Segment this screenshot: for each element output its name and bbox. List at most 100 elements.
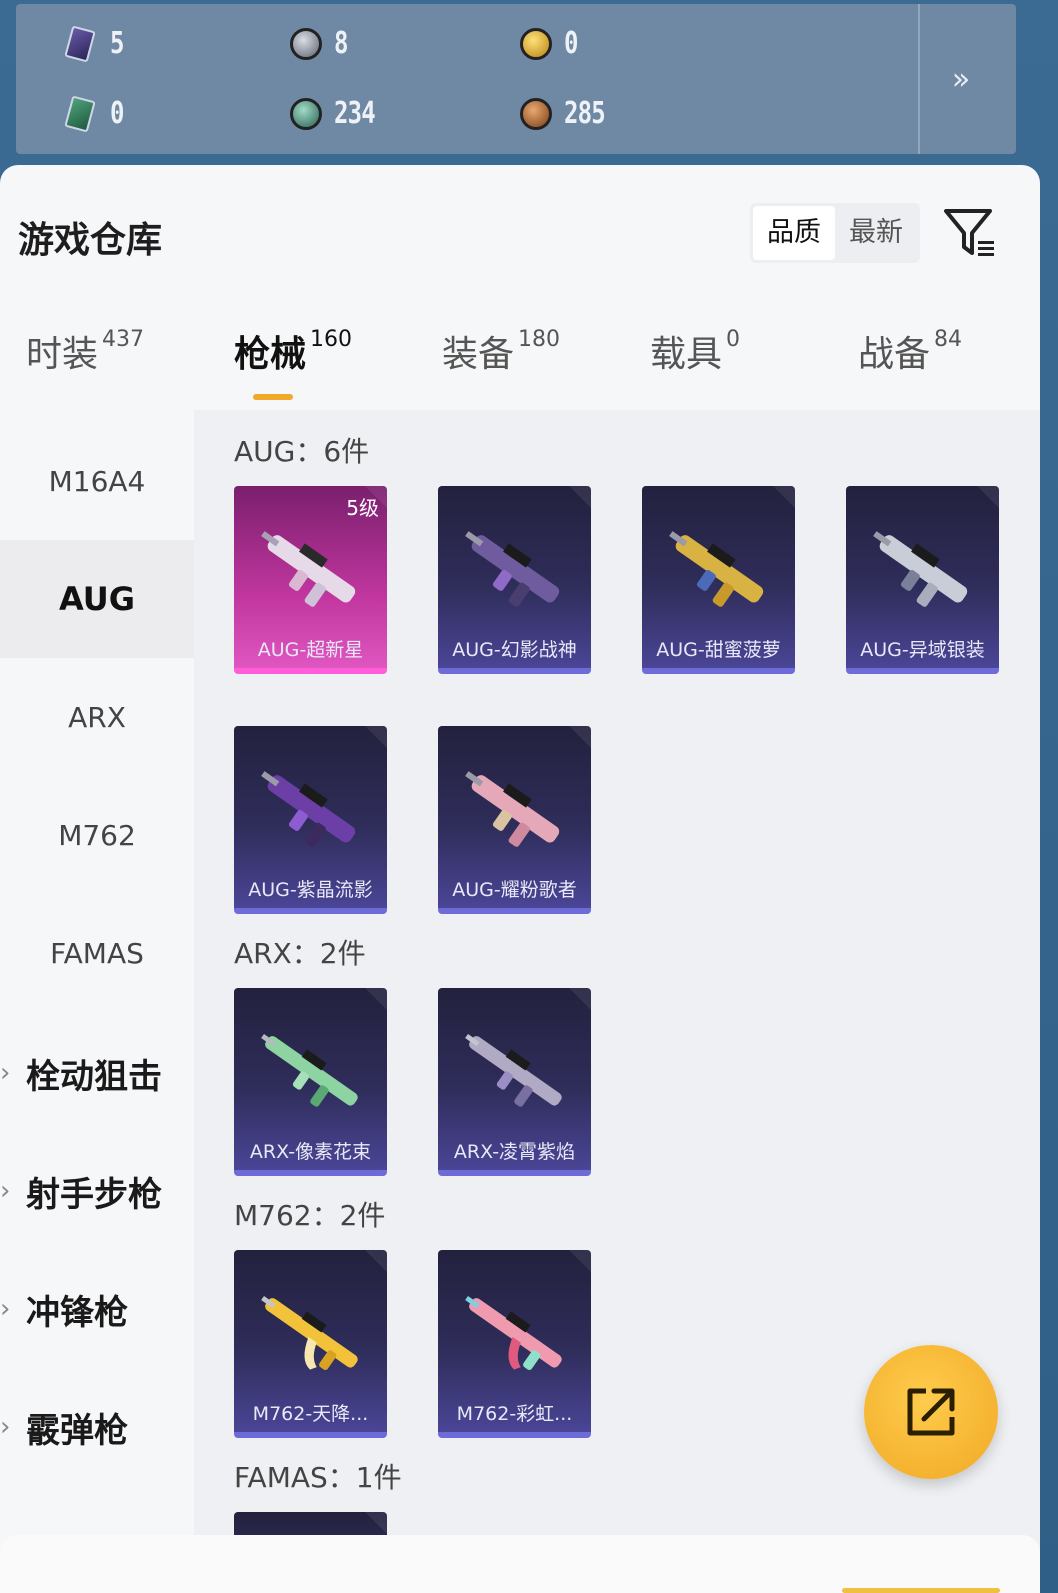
skin-card[interactable]: AUG-耀粉歌者 xyxy=(438,726,591,914)
weapon-sidebar: M16A4 AUG ARX M762 FAMAS › 栓动狙击 › 射手步枪 ›… xyxy=(0,410,194,1593)
sidebar-item-aug[interactable]: AUG xyxy=(0,540,194,658)
silver-coin-icon xyxy=(290,27,322,60)
skin-name: ARX-像素花束 xyxy=(249,1141,372,1163)
sidebar-item-arx[interactable]: ARX xyxy=(0,658,194,776)
tab-vehicles[interactable]: 载具 0 xyxy=(650,325,740,377)
chevron-right-icon: › xyxy=(0,1058,11,1088)
teal-coin-icon xyxy=(290,97,322,130)
tab-count: 160 xyxy=(310,327,353,352)
currency-green-card: 0 xyxy=(64,94,127,133)
card-corner xyxy=(365,726,387,748)
purple-card-icon xyxy=(64,24,98,63)
currency-teal-coin: 234 xyxy=(290,96,385,131)
currency-value: 285 xyxy=(564,96,606,131)
open-external-button[interactable] xyxy=(864,1345,998,1479)
rifle-icon xyxy=(261,1033,358,1107)
rifle-icon xyxy=(261,771,356,847)
tab-supplies[interactable]: 战备 84 xyxy=(858,325,962,377)
skin-card[interactable]: M762-天降... xyxy=(234,1250,387,1438)
card-corner xyxy=(977,486,999,508)
section-title-arx: ARX：2件 xyxy=(234,937,366,970)
tab-count: 84 xyxy=(934,327,963,352)
green-card-icon xyxy=(64,94,98,133)
tab-label: 时装 xyxy=(26,334,99,375)
rifle-icon xyxy=(873,531,968,607)
rifle-icon xyxy=(465,1295,562,1370)
sidebar-item-famas[interactable]: FAMAS xyxy=(0,894,194,1012)
sidebar-group-label: 射手步枪 xyxy=(26,1174,162,1215)
tab-count: 437 xyxy=(102,327,145,352)
currency-value: 0 xyxy=(564,26,578,61)
skin-card[interactable]: AUG-异域银装 xyxy=(846,486,999,674)
skin-name: AUG-甜蜜菠萝 xyxy=(656,639,781,661)
sort-newest-button[interactable]: 最新 xyxy=(835,206,917,260)
external-link-icon xyxy=(907,1388,955,1436)
filter-button[interactable] xyxy=(942,205,998,261)
active-tab-indicator xyxy=(253,394,293,400)
skin-card[interactable]: AUG-幻影战神 xyxy=(438,486,591,674)
skin-card[interactable]: ARX-像素花束 xyxy=(234,988,387,1176)
card-corner xyxy=(365,1512,387,1534)
skin-name: AUG-耀粉歌者 xyxy=(452,879,577,901)
card-corner xyxy=(773,486,795,508)
card-corner xyxy=(365,1250,387,1272)
expand-currency-button[interactable]: » xyxy=(936,60,986,100)
rifle-icon xyxy=(465,531,560,607)
tab-firearms[interactable]: 枪械 160 xyxy=(234,325,352,377)
skin-name: AUG-异域银装 xyxy=(860,639,985,661)
chevron-right-icon: › xyxy=(0,1412,11,1442)
page-title: 游戏仓库 xyxy=(18,220,163,261)
skin-name: ARX-凌霄紫焰 xyxy=(453,1141,576,1163)
currency-silver-coin: 8 xyxy=(290,26,351,61)
skin-name: AUG-紫晶流影 xyxy=(248,879,373,901)
sidebar-item-m16a4[interactable]: M16A4 xyxy=(0,422,194,540)
rifle-icon xyxy=(261,1295,358,1370)
chevron-right-icon: › xyxy=(0,1176,11,1206)
skin-name: M762-天降... xyxy=(252,1403,369,1425)
sidebar-group-label: 霰弹枪 xyxy=(26,1410,128,1451)
gold-coin-icon xyxy=(520,27,552,60)
tab-label: 战备 xyxy=(858,334,931,375)
sidebar-group-bolt-sniper[interactable]: › 栓动狙击 xyxy=(0,1014,194,1132)
card-corner xyxy=(569,988,591,1010)
card-corner xyxy=(569,486,591,508)
divider xyxy=(918,4,920,154)
sort-quality-button[interactable]: 品质 xyxy=(753,206,835,260)
tab-label: 载具 xyxy=(650,334,723,375)
chevron-right-icon: › xyxy=(0,1294,11,1324)
skin-card[interactable]: 5级 AUG-超新星 xyxy=(234,486,387,674)
currency-value: 5 xyxy=(110,26,124,61)
currency-value: 234 xyxy=(334,96,376,131)
card-corner xyxy=(569,726,591,748)
rifle-icon xyxy=(465,771,560,847)
card-corner xyxy=(569,1250,591,1272)
currency-value: 8 xyxy=(334,26,348,61)
bronze-coin-icon xyxy=(520,97,552,130)
sidebar-item-m762[interactable]: M762 xyxy=(0,776,194,894)
tab-label: 枪械 xyxy=(234,334,307,375)
sidebar-group-shotgun[interactable]: › 霰弹枪 xyxy=(0,1368,194,1486)
tab-fashion[interactable]: 时装 437 xyxy=(26,325,144,377)
section-title-famas: FAMAS：1件 xyxy=(234,1461,402,1494)
section-title-m762: M762：2件 xyxy=(234,1199,386,1232)
double-chevron-right-icon: » xyxy=(951,62,971,97)
skin-name: M762-彩虹... xyxy=(456,1403,573,1425)
rifle-icon xyxy=(261,531,356,607)
skin-card[interactable]: AUG-甜蜜菠萝 xyxy=(642,486,795,674)
bottom-accent xyxy=(842,1588,1000,1593)
tab-count: 180 xyxy=(518,327,561,352)
tab-equipment[interactable]: 装备 180 xyxy=(442,325,560,377)
card-corner xyxy=(365,988,387,1010)
skin-name: AUG-幻影战神 xyxy=(452,639,577,661)
skin-card[interactable]: ARX-凌霄紫焰 xyxy=(438,988,591,1176)
tab-count: 0 xyxy=(726,327,741,352)
rifle-icon xyxy=(669,531,764,607)
sidebar-group-smg[interactable]: › 冲锋枪 xyxy=(0,1250,194,1368)
skin-card[interactable]: M762-彩虹... xyxy=(438,1250,591,1438)
currency-gold-coin: 0 xyxy=(520,26,581,61)
sidebar-group-marksman[interactable]: › 射手步枪 xyxy=(0,1132,194,1250)
skin-name: AUG-超新星 xyxy=(257,639,364,661)
skin-card[interactable]: AUG-紫晶流影 xyxy=(234,726,387,914)
sidebar-group-label: 冲锋枪 xyxy=(26,1292,128,1333)
filter-icon xyxy=(944,209,994,256)
